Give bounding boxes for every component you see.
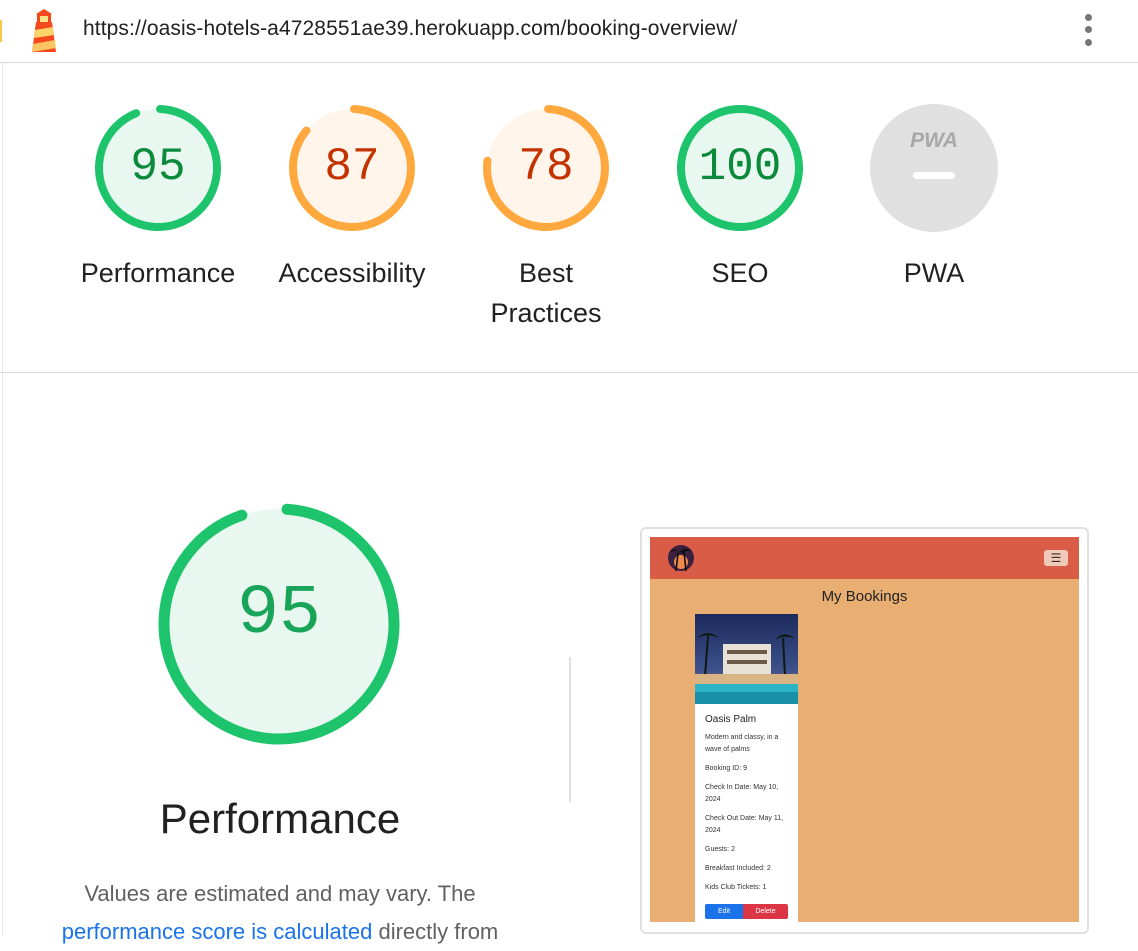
delete-button[interactable]: Delete — [743, 904, 788, 919]
score-value: 78 — [518, 141, 574, 193]
breakfast-included: Breakfast Included: 2 — [705, 865, 771, 872]
report-header: https://oasis-hotels-a4728551ae39.heroku… — [0, 0, 1138, 63]
bookings-title: My Bookings — [821, 588, 908, 605]
site-navbar: ☰ — [650, 537, 1079, 579]
score-gauge-accessibility[interactable]: 87 Accessibility — [278, 103, 426, 288]
desc-prefix: Values are estimated and may vary. The — [84, 881, 476, 906]
edge-marker — [0, 20, 2, 42]
guests: Guests: 2 — [705, 846, 735, 853]
score-summary: 95 Performance 87 Accessibility 78 Best Pract… — [0, 63, 1138, 373]
score-label: Best Practices — [490, 258, 602, 328]
score-gauge-performance[interactable]: 95 Performance — [81, 103, 235, 288]
score-gauge-seo[interactable]: 100 SEO — [675, 103, 805, 288]
hotel-name: Oasis Palm — [705, 714, 757, 725]
page-url[interactable]: https://oasis-hotels-a4728551ae39.heroku… — [83, 17, 737, 41]
section-divider — [569, 657, 571, 802]
score-calculation-link[interactable]: performance score is calculated — [62, 919, 373, 944]
lighthouse-icon — [32, 9, 56, 52]
booking-card: Oasis Palm Modern and classy, in a wave … — [695, 614, 798, 922]
booking-id: Booking ID: 9 — [705, 765, 748, 772]
edit-button[interactable]: Edit — [705, 904, 743, 919]
kebab-menu-icon[interactable] — [1076, 12, 1102, 52]
score-value: 95 — [130, 141, 186, 193]
score-label: Performance — [80, 258, 236, 288]
booking-actions: Edit Delete — [705, 904, 788, 919]
booking-details: Oasis Palm Modern and classy, in a wave … — [705, 714, 791, 901]
kids-club-tickets: Kids Club Tickets: 1 — [705, 884, 767, 891]
hamburger-icon[interactable]: ☰ — [1044, 550, 1068, 566]
score-value: PWA — [910, 129, 958, 152]
final-screenshot[interactable]: ☰ My Bookings Oasis Palm Modern and clas… — [640, 527, 1089, 934]
check-out-date: Check Out Date: May 11, 2024 — [705, 815, 784, 834]
score-gauge-pwa[interactable]: PWA PWA — [869, 103, 999, 288]
score-label: SEO — [711, 258, 769, 288]
score-label: PWA — [903, 258, 965, 288]
score-label: Accessibility — [278, 258, 426, 288]
performance-score-large: 95 — [236, 575, 321, 654]
performance-description: Values are estimated and may vary. The p… — [30, 875, 530, 951]
score-value: 87 — [324, 141, 380, 193]
screenshot-page: ☰ My Bookings Oasis Palm Modern and clas… — [650, 537, 1079, 922]
check-in-date: Check In Date: May 10, 2024 — [705, 784, 779, 803]
desc-suffix: directly from — [378, 919, 499, 944]
hotel-image — [695, 614, 798, 704]
performance-title: Performance — [159, 795, 401, 842]
palm-tree-logo-icon — [668, 545, 694, 572]
score-gauge-best-practices[interactable]: 78 Best Practices — [481, 103, 611, 328]
gauge-ring — [870, 104, 998, 232]
hotel-description: Modern and classy, in a wave of palms — [705, 734, 779, 753]
score-value: 100 — [698, 141, 782, 193]
